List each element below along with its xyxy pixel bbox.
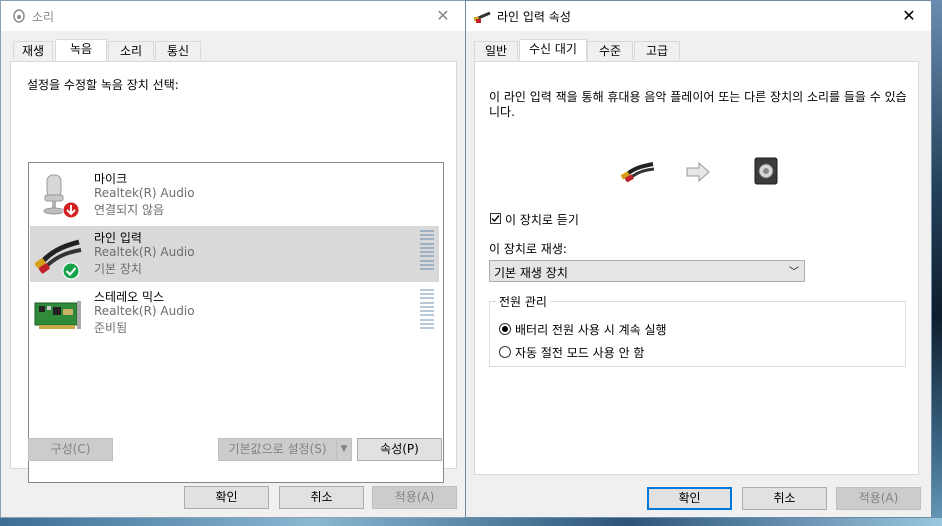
instruction-label: 설정을 수정할 녹음 장치 선택:: [27, 78, 179, 92]
device-status: 준비됨: [94, 321, 128, 335]
playback-label: 이 장치로 재생:: [489, 242, 567, 256]
rca-cable-icon: [474, 11, 491, 23]
description-text: 이 라인 입력 잭을 통해 휴대용 음악 플레이어 또는 다른 장치의 소리를 …: [489, 90, 907, 119]
chevron-down-icon: ﹀: [789, 267, 799, 278]
set-default-dropdown[interactable]: ▼: [336, 438, 352, 461]
power-management-group: 전원 관리 배터리 전원 사용 시 계속 실행 자동 절전 모드 사용 안 함: [489, 293, 906, 367]
properties-button[interactable]: 속성(P): [357, 438, 442, 461]
green-check-icon: [62, 262, 80, 280]
device-driver: Realtek(R) Audio: [94, 245, 195, 259]
device-driver: Realtek(R) Audio: [94, 186, 195, 200]
device-driver: Realtek(R) Audio: [94, 304, 195, 318]
arrow-right-icon: [686, 162, 710, 182]
sound-card-icon: [34, 301, 81, 329]
tab-playback[interactable]: 재생: [13, 41, 53, 60]
device-name: 스테레오 믹스: [94, 290, 165, 304]
radio-keep-running-label[interactable]: 배터리 전원 사용 시 계속 실행: [515, 321, 667, 338]
tab-listen[interactable]: 수신 대기: [519, 39, 587, 61]
radio-keep-running[interactable]: [499, 323, 511, 335]
list-item-stereo-mix[interactable]: 스테레오 믹스 Realtek(R) Audio 준비됨: [30, 285, 439, 341]
listen-checkbox-label[interactable]: 이 장치로 듣기: [505, 211, 579, 228]
device-name: 마이크: [94, 172, 128, 186]
device-status: 연결되지 않음: [94, 203, 165, 217]
listen-checkbox[interactable]: [490, 213, 501, 224]
window-title: 라인 입력 속성: [497, 10, 571, 24]
device-list: 마이크 Realtek(R) Audio 연결되지 않음 라인 입력 Realt…: [28, 162, 444, 483]
close-button[interactable]: ✕: [897, 4, 921, 28]
window-title: 소리: [32, 10, 55, 24]
checkmark-icon: [491, 215, 500, 223]
playback-device-value: 기본 재생 장치: [494, 266, 568, 280]
list-item-microphone[interactable]: 마이크 Realtek(R) Audio 연결되지 않음: [30, 167, 439, 223]
radio-disable-sleep-label[interactable]: 자동 절전 모드 사용 안 함: [515, 344, 644, 361]
ok-button[interactable]: 확인: [184, 486, 269, 509]
titlebar: 라인 입력 속성 ✕: [466, 1, 931, 31]
ok-button[interactable]: 확인: [647, 487, 732, 510]
playback-device-select[interactable]: 기본 재생 장치 ﹀: [489, 260, 805, 282]
configure-button[interactable]: 구성(C): [28, 438, 113, 461]
list-item-line-in[interactable]: 라인 입력 Realtek(R) Audio 기본 장치: [30, 226, 439, 282]
speaker-icon: [13, 9, 25, 23]
tab-advanced[interactable]: 고급: [634, 41, 680, 60]
tab-communications[interactable]: 통신: [155, 41, 201, 60]
sound-dialog: 소리 ✕ 재생 녹음 소리 통신 설정을 수정할 녹음 장치 선택: 마이크 R…: [0, 0, 466, 518]
set-default-button[interactable]: 기본값으로 설정(S): [218, 438, 337, 461]
power-management-legend: 전원 관리: [496, 293, 550, 310]
level-meter: [420, 230, 434, 270]
rca-cable-icon: [621, 162, 655, 182]
tab-general[interactable]: 일반: [474, 41, 518, 60]
apply-button[interactable]: 적용(A): [836, 487, 921, 510]
tab-recording[interactable]: 녹음: [55, 39, 107, 61]
device-status: 기본 장치: [94, 262, 142, 276]
device-name: 라인 입력: [94, 231, 142, 245]
tab-panel: 설정을 수정할 녹음 장치 선택: 마이크 Realtek(R) Audio 연…: [10, 61, 457, 483]
red-down-arrow-icon: [62, 201, 80, 219]
chevron-down-icon: ▼: [340, 444, 348, 454]
tab-levels[interactable]: 수준: [587, 41, 633, 60]
speaker-icon: [754, 157, 778, 185]
desktop-background: [0, 518, 942, 526]
cancel-button[interactable]: 취소: [742, 487, 827, 510]
tab-sounds[interactable]: 소리: [108, 41, 154, 60]
apply-button[interactable]: 적용(A): [372, 486, 457, 509]
titlebar: 소리 ✕: [1, 1, 465, 31]
tab-panel: 이 라인 입력 잭을 통해 휴대용 음악 플레이어 또는 다른 장치의 소리를 …: [474, 61, 919, 475]
cancel-button[interactable]: 취소: [279, 486, 364, 509]
level-meter: [420, 289, 434, 329]
line-in-properties-dialog: 라인 입력 속성 ✕ 일반 수신 대기 수준 고급 이 라인 입력 잭을 통해 …: [465, 0, 932, 518]
close-button[interactable]: ✕: [431, 4, 455, 28]
radio-disable-sleep[interactable]: [499, 346, 511, 358]
